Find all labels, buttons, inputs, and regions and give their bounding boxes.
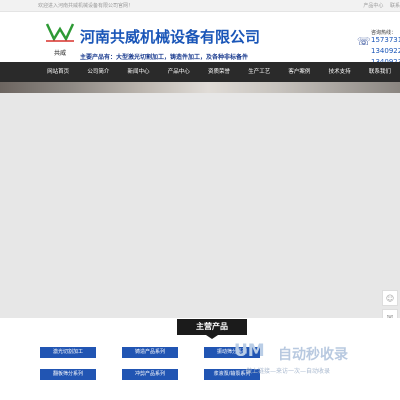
category-laser-cutting[interactable]: 激光切割加工 [40, 347, 96, 358]
nav-item-process[interactable]: 生产工艺 [239, 62, 279, 82]
company-logo[interactable]: 共威 [44, 21, 76, 59]
watermark-logo-icon: UM [234, 341, 265, 361]
nav-item-news[interactable]: 新闻中心 [118, 62, 158, 82]
nav-item-home[interactable]: 网站首页 [38, 62, 78, 82]
nav-item-honors[interactable]: 资质荣誉 [199, 62, 239, 82]
banner-area [0, 93, 400, 318]
phone-number: 1573731 [371, 36, 400, 44]
welcome-text: 欢迎进入河南共威机械设备有限公司官网！ [38, 3, 134, 9]
watermark: UM 自动秒收录 做上链接—来访一次—自动收录 [232, 339, 400, 379]
category-flip-screen[interactable]: 翻板筛分系列 [40, 369, 96, 380]
watermark-text: 自动秒收录 [278, 347, 348, 363]
category-stamping[interactable]: 冲剪产品系列 [122, 369, 178, 380]
service-icon[interactable]: ☺ [382, 290, 398, 306]
logo-text: 共威 [53, 50, 66, 57]
section-title: 主营产品 [177, 319, 247, 335]
top-link-contact[interactable]: 联系 [390, 3, 400, 9]
watermark-subtext: 做上链接—来访一次—自动收录 [246, 368, 331, 375]
main-products-line: 主要产品有：大型激光切割加工，铸造件加工，及各种非标备件 [80, 54, 249, 61]
phone-icon: ☏ [357, 35, 371, 48]
hotline-label: 咨询热线： [371, 30, 397, 36]
top-link-products[interactable]: 产品中心 [363, 3, 383, 9]
company-name: 河南共威机械设备有限公司 [80, 28, 261, 46]
nav-item-support[interactable]: 技术支持 [320, 62, 360, 82]
tab-arrow [206, 335, 218, 339]
main-nav: 网站首页 公司简介 新闻中心 产品中心 资质荣誉 生产工艺 客户案例 技术支持 … [0, 62, 400, 82]
top-links: 产品中心 联系 [358, 2, 400, 9]
phone-number: 1340922 [371, 47, 400, 55]
nav-item-contact[interactable]: 联系我们 [360, 62, 400, 82]
nav-item-products[interactable]: 产品中心 [159, 62, 199, 82]
section-title-tab: 主营产品 [177, 319, 247, 339]
logo-mark-icon [45, 23, 75, 42]
nav-item-cases[interactable]: 客户案例 [279, 62, 319, 82]
nav-item-about[interactable]: 公司简介 [78, 62, 118, 82]
top-bar: 欢迎进入河南共威机械设备有限公司官网！ 产品中心 联系 [0, 0, 400, 12]
banner-image [0, 82, 400, 93]
category-casting[interactable]: 铸造产品系列 [122, 347, 178, 358]
site-header: 共威 河南共威机械设备有限公司 主要产品有：大型激光切割加工，铸造件加工，及各种… [0, 12, 400, 66]
